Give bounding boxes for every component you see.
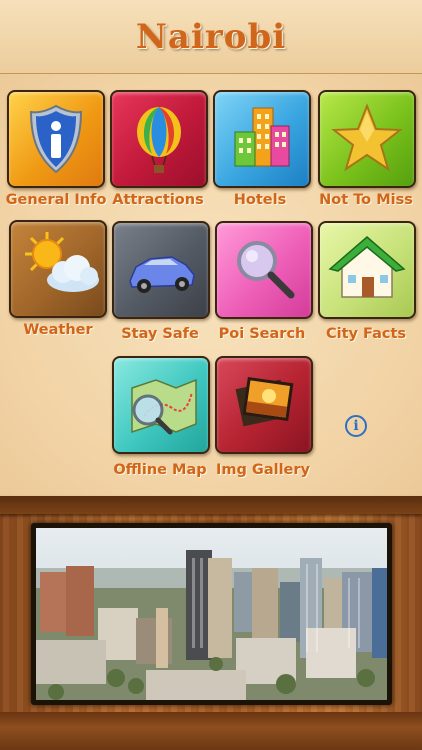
skyline-image [36, 528, 387, 700]
tile-poi-search-label: Poi Search [218, 326, 306, 342]
hot-air-balloon-icon [137, 107, 181, 173]
tile-attractions[interactable] [110, 90, 208, 188]
tile-not-to-miss[interactable] [318, 90, 416, 188]
wood-shelf-top [0, 496, 422, 514]
wood-shelf-bottom [0, 712, 422, 750]
tile-city-facts[interactable] [318, 221, 416, 319]
info-circle-icon: i [353, 418, 359, 434]
tile-city-facts-label: City Facts [325, 326, 407, 342]
header-bar: Nairobi [0, 0, 422, 74]
city-skyline-photo [36, 528, 387, 700]
tile-general-info[interactable] [7, 90, 105, 188]
tile-not-to-miss-label: Not To Miss [319, 192, 413, 208]
magnifier-icon [237, 241, 295, 299]
tile-img-gallery-label: Img Gallery [216, 462, 310, 478]
car-icon [129, 256, 195, 293]
tile-offline-map-label: Offline Map [113, 462, 207, 478]
buildings-icon [234, 107, 290, 167]
tile-weather[interactable] [9, 220, 107, 318]
info-shield-icon [29, 104, 83, 174]
map-magnifier-icon [131, 378, 197, 435]
tile-poi-search[interactable] [215, 221, 313, 319]
app-title: Nairobi [135, 16, 287, 57]
tile-hotels-label: Hotels [233, 192, 287, 208]
photo-stack-icon [235, 376, 294, 427]
house-icon [328, 236, 406, 298]
tile-offline-map[interactable] [112, 356, 210, 454]
tile-hotels[interactable] [213, 90, 311, 188]
tile-stay-safe[interactable] [112, 221, 210, 319]
star-icon [331, 103, 403, 172]
info-button[interactable]: i [345, 415, 367, 437]
tile-img-gallery[interactable] [215, 356, 313, 454]
sun-cloud-icon [25, 232, 99, 292]
city-photo-frame [31, 523, 392, 705]
